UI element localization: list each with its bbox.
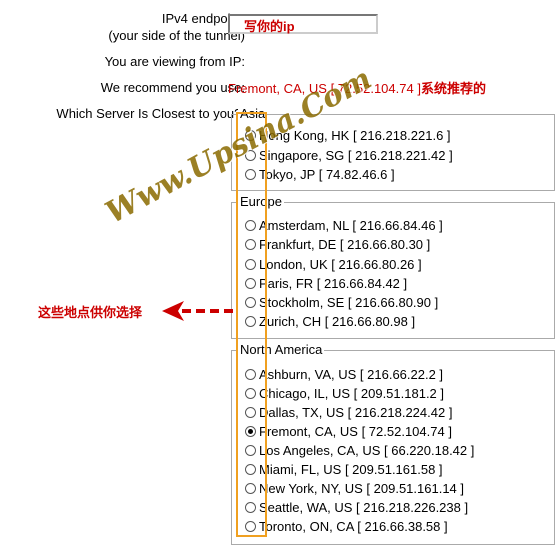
viewing-ip-label: You are viewing from IP: — [104, 54, 245, 69]
server-option-amsterdam[interactable]: Amsterdam, NL [ 216.66.84.46 ] — [245, 216, 443, 235]
locations-annotation: 这些地点供你选择 — [38, 305, 143, 320]
endpoint-annotation: 写你的ip — [244, 19, 295, 34]
server-option-chicago[interactable]: Chicago, IL, US [ 209.51.181.2 ] — [245, 384, 444, 403]
server-option-paris[interactable]: Paris, FR [ 216.66.84.42 ] — [245, 274, 407, 293]
server-option-london[interactable]: London, UK [ 216.66.80.26 ] — [245, 255, 422, 274]
server-option-toronto[interactable]: Toronto, ON, CA [ 216.66.38.58 ] — [245, 517, 448, 536]
server-option-singapore[interactable]: Singapore, SG [ 216.218.221.42 ] — [245, 146, 453, 165]
server-option-los-angeles[interactable]: Los Angeles, CA, US [ 66.220.18.42 ] — [245, 441, 474, 460]
server-option-ashburn[interactable]: Ashburn, VA, US [ 216.66.22.2 ] — [245, 365, 443, 384]
server-option-frankfurt[interactable]: Frankfurt, DE [ 216.66.80.30 ] — [245, 235, 430, 254]
server-option-fremont[interactable]: Fremont, CA, US [ 72.52.104.74 ] — [245, 422, 452, 441]
radio-column-highlight — [236, 112, 267, 537]
recommendation-annotation: 系统推荐的 — [420, 81, 486, 96]
server-option-new-york[interactable]: New York, NY, US [ 209.51.161.14 ] — [245, 479, 464, 498]
server-option-miami[interactable]: Miami, FL, US [ 209.51.161.58 ] — [245, 460, 443, 479]
closest-server-label: Which Server Is Closest to you?: — [56, 106, 245, 121]
server-option-zurich[interactable]: Zurich, CH [ 216.66.80.98 ] — [245, 312, 415, 331]
recommend-label: We recommend you use: — [100, 80, 245, 95]
ipv4-endpoint-label: IPv4 endpoint: (your side of the tunnel) — [108, 11, 245, 43]
server-option-tokyo[interactable]: Tokyo, JP [ 74.82.46.6 ] — [245, 165, 395, 184]
server-option-seattle[interactable]: Seattle, WA, US [ 216.218.226.238 ] — [245, 498, 468, 517]
server-option-dallas[interactable]: Dallas, TX, US [ 216.218.224.42 ] — [245, 403, 452, 422]
server-option-stockholm[interactable]: Stockholm, SE [ 216.66.80.90 ] — [245, 293, 438, 312]
dashed-arrow-icon — [162, 301, 238, 321]
